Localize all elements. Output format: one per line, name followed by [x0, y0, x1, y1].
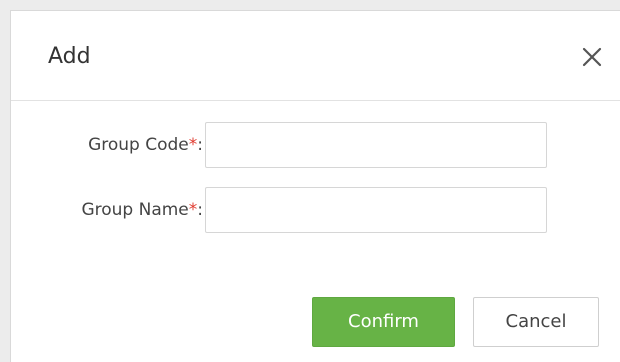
group-name-label-text: Group Name: [81, 200, 189, 220]
confirm-button[interactable]: Confirm: [312, 297, 455, 347]
close-icon[interactable]: [579, 44, 605, 70]
label-colon: :: [197, 135, 203, 155]
required-marker: *: [188, 135, 198, 155]
group-name-row: Group Name*:: [11, 187, 620, 233]
group-code-row: Group Code*:: [11, 122, 620, 168]
required-marker: *: [188, 200, 198, 220]
add-dialog: Add Group Code*: Group Name*: Confirm Ca…: [10, 10, 620, 362]
dialog-title: Add: [48, 44, 91, 69]
group-name-input[interactable]: [205, 187, 547, 233]
group-code-label-text: Group Code: [88, 135, 189, 155]
group-code-label: Group Code*:: [88, 122, 203, 168]
cancel-button[interactable]: Cancel: [473, 297, 599, 347]
label-colon: :: [197, 200, 203, 220]
dialog-header: Add: [11, 11, 620, 101]
group-code-input[interactable]: [205, 122, 547, 168]
group-name-label: Group Name*:: [81, 187, 203, 233]
